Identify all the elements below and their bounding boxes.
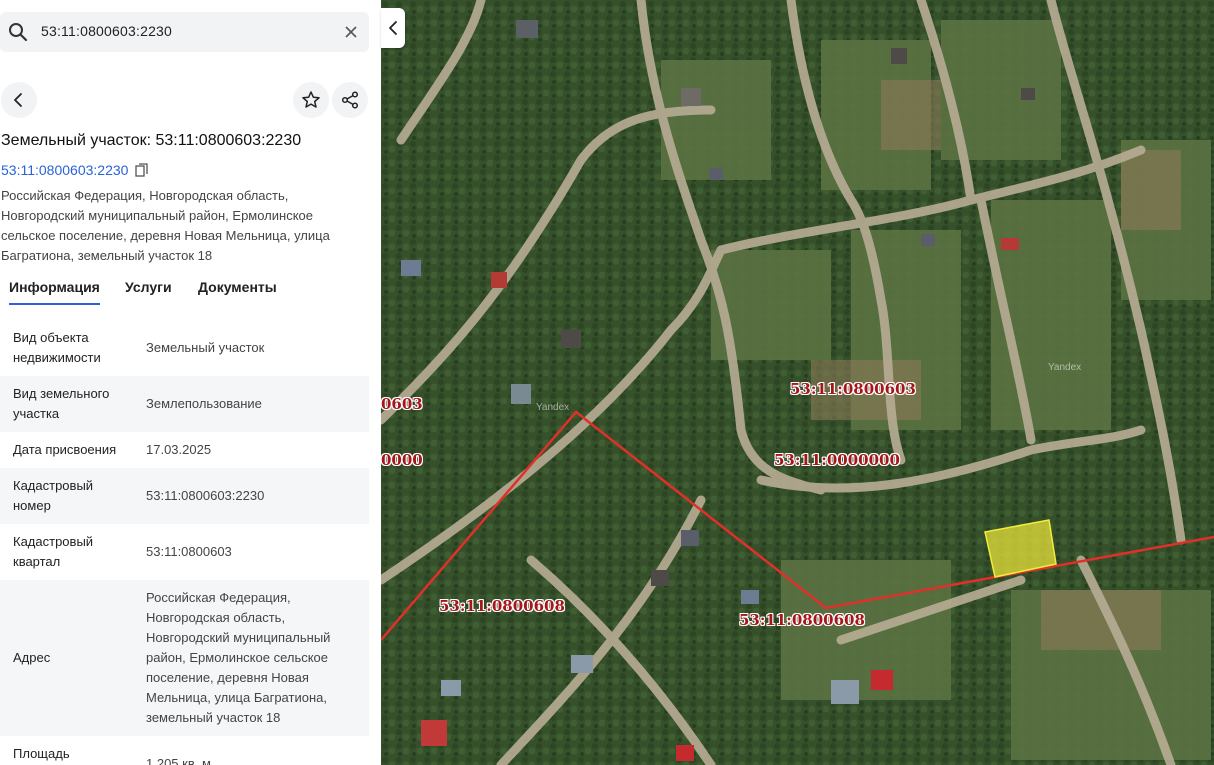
copy-icon[interactable] xyxy=(135,162,149,178)
sidebar: 53:11:0800603:2230 Земельный участок: 53… xyxy=(0,0,381,765)
property-label: Вид земельного участка xyxy=(13,386,110,421)
tab-services[interactable]: Услуги xyxy=(125,279,172,295)
close-icon[interactable] xyxy=(343,24,359,40)
search-input[interactable]: 53:11:0800603:2230 xyxy=(41,23,172,39)
property-label: Площадь xyxy=(13,746,70,761)
property-value: 53:11:0800603:2230 xyxy=(146,488,265,503)
table-row: Вид земельного участка Землепользование xyxy=(0,376,369,432)
address-line: Новгородский муниципальный район, Ермоли… xyxy=(1,208,314,223)
cadastral-number-link[interactable]: 53:11:0800603:2230 xyxy=(1,162,128,178)
property-value: 53:11:0800603 xyxy=(146,544,232,559)
share-button[interactable] xyxy=(332,82,368,118)
property-label: Дата присвоения xyxy=(13,442,117,457)
map-label-quarter: 0000 xyxy=(381,451,423,469)
map-label-quarter: 0603 xyxy=(381,395,423,413)
object-address: Российская Федерация, Новгородская облас… xyxy=(1,186,376,266)
map-label-quarter: 53:11:0800603 xyxy=(790,380,916,398)
property-value: Земельный участок xyxy=(146,340,265,355)
map-watermark: Yandex xyxy=(1048,362,1082,373)
tab-documents[interactable]: Документы xyxy=(198,279,277,295)
collapse-panel-button[interactable] xyxy=(381,8,405,48)
star-icon xyxy=(302,91,320,108)
table-row: Вид объекта недвижимости Земельный участо… xyxy=(0,320,369,376)
map-watermark: Yandex xyxy=(536,402,570,413)
address-line: Российская Федерация, Новгородская облас… xyxy=(1,188,289,203)
address-line: сельское поселение, деревня Новая Мельни… xyxy=(1,228,330,243)
favorite-button[interactable] xyxy=(293,82,329,118)
search-icon xyxy=(9,23,28,42)
properties-table: Вид объекта недвижимости Земельный участо… xyxy=(0,320,369,765)
table-row: Кадастровый квартал 53:11:0800603 xyxy=(0,524,369,580)
property-value: 17.03.2025 xyxy=(146,442,212,457)
table-row: Кадастровый номер 53:11:0800603:2230 xyxy=(0,468,369,524)
chevron-left-icon xyxy=(14,93,22,107)
page-title: Земельный участок: 53:11:0800603:2230 xyxy=(1,132,302,149)
property-label: Адрес xyxy=(13,650,51,665)
back-button[interactable] xyxy=(1,82,37,118)
tab-information[interactable]: Информация xyxy=(9,279,100,305)
table-row: Площадь 1 205 кв. м xyxy=(0,736,369,765)
search-bar[interactable]: 53:11:0800603:2230 xyxy=(0,12,369,52)
property-label: Кадастровый номер xyxy=(13,478,94,513)
property-label: Вид объекта недвижимости xyxy=(13,330,101,365)
address-line: Багратиона, земельный участок 18 xyxy=(1,248,213,263)
share-icon xyxy=(341,91,359,109)
chevron-left-icon xyxy=(389,21,397,35)
table-row: Дата присвоения 17.03.2025 xyxy=(0,432,369,468)
map-label-quarter: 53:11:0800608 xyxy=(739,611,865,629)
table-row: Адрес Российская Федерация, Новгородская… xyxy=(0,580,369,736)
property-value: Российская Федерация, Новгородская облас… xyxy=(146,590,331,725)
map-view[interactable]: 53:11:0800603 53:11:0000000 53:11:080060… xyxy=(381,0,1214,765)
tabs: Информация Услуги Документы xyxy=(0,279,381,307)
map-label-quarter: 53:11:0800608 xyxy=(439,597,565,615)
property-value: 1 205 кв. м xyxy=(146,756,211,765)
property-label: Кадастровый квартал xyxy=(13,534,94,569)
property-value: Землепользование xyxy=(146,396,262,411)
map-label-quarter: 53:11:0000000 xyxy=(774,451,900,469)
